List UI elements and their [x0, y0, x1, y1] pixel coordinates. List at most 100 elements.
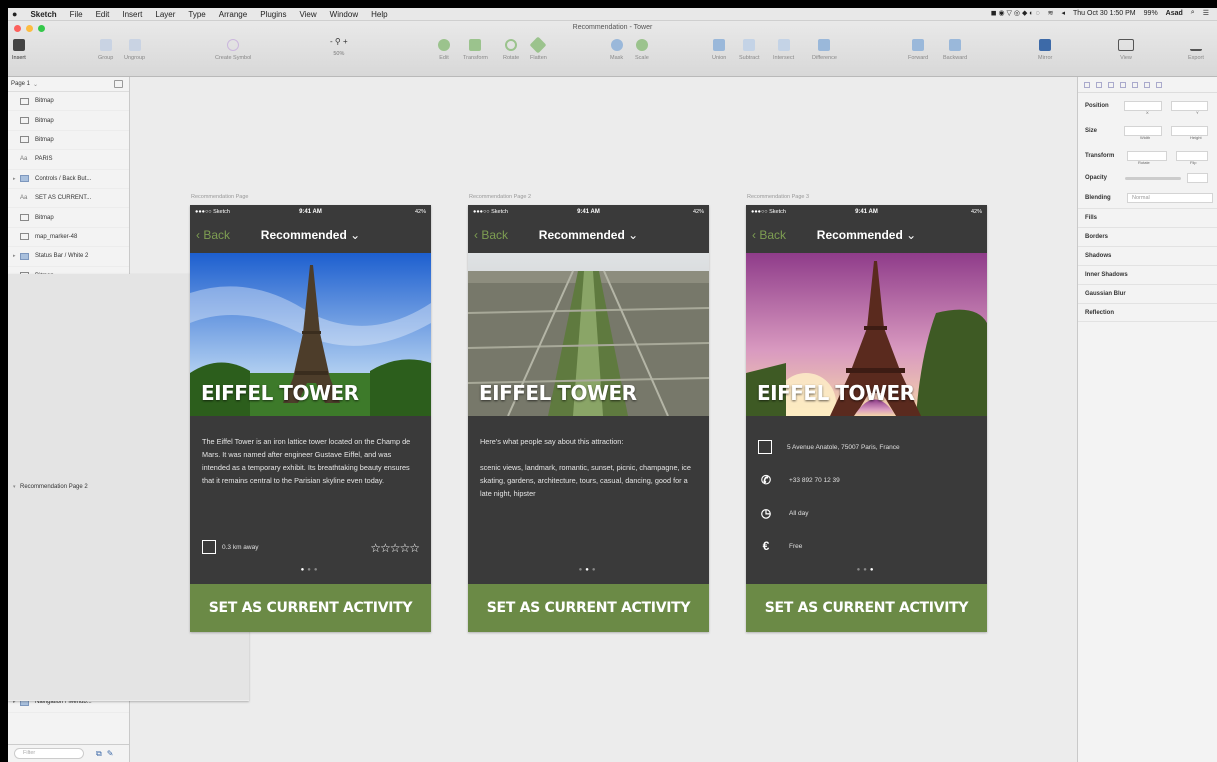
- artboard-label[interactable]: Recommendation Page: [191, 194, 248, 200]
- align-bottom-icon[interactable]: [1144, 81, 1150, 88]
- layer-row[interactable]: Bitmap: [8, 131, 129, 151]
- filter-input[interactable]: Filter: [14, 748, 84, 759]
- nav-title[interactable]: Recommended ⌄: [746, 228, 987, 242]
- disclosure-triangle-icon[interactable]: ▾: [13, 484, 20, 490]
- set-current-activity-button[interactable]: SET AS CURRENT ACTIVITY: [190, 584, 431, 632]
- union-button[interactable]: Union: [712, 39, 726, 61]
- fills-section[interactable]: Fills: [1078, 208, 1217, 227]
- address-text[interactable]: 5 Avenue Anatole, 75007 Paris, France: [787, 444, 900, 451]
- page-dot[interactable]: ●: [592, 567, 599, 573]
- artboard-recommendation-page-2[interactable]: ●●●○○ Sketch 9:41 AM 42% ‹ Back Recommende…: [468, 205, 709, 632]
- wifi-icon[interactable]: ≋: [1048, 9, 1054, 17]
- menu-window[interactable]: Window: [330, 10, 358, 19]
- page-dot[interactable]: ●: [307, 567, 314, 573]
- menu-layer[interactable]: Layer: [155, 10, 175, 19]
- nav-title[interactable]: Recommended ⌄: [190, 228, 431, 242]
- page-dot[interactable]: ●: [863, 567, 870, 573]
- opacity-field[interactable]: [1187, 173, 1209, 183]
- borders-section[interactable]: Borders: [1078, 227, 1217, 246]
- layer-row[interactable]: Bitmap: [8, 208, 129, 228]
- forward-button[interactable]: Forward: [908, 39, 928, 61]
- nav-title[interactable]: Recommended ⌄: [468, 228, 709, 242]
- backward-button[interactable]: Backward: [943, 39, 967, 61]
- edit-button[interactable]: Edit: [438, 39, 450, 61]
- reflection-section[interactable]: Reflection: [1078, 303, 1217, 322]
- menu-app-sketch[interactable]: Sketch: [30, 10, 56, 19]
- intersect-button[interactable]: Intersect: [773, 39, 794, 61]
- distribute-icon[interactable]: [1156, 81, 1162, 88]
- set-current-activity-button[interactable]: SET AS CURRENT ACTIVITY: [746, 584, 987, 632]
- status-icons[interactable]: ◼ ◉ ▽ ◎ ◆ ◐ ◌: [991, 9, 1040, 17]
- rotate-field[interactable]: [1127, 150, 1167, 161]
- layer-row[interactable]: Aa SET AS CURRENT...: [8, 189, 129, 209]
- page-dot[interactable]: ●: [585, 567, 592, 573]
- insert-button[interactable]: Insert: [12, 39, 26, 61]
- blending-select[interactable]: Normal: [1127, 193, 1213, 203]
- set-current-activity-button[interactable]: SET AS CURRENT ACTIVITY: [468, 584, 709, 632]
- disclosure-triangle-icon[interactable]: ▸: [13, 176, 20, 182]
- gaussian-blur-section[interactable]: Gaussian Blur: [1078, 284, 1217, 303]
- add-page-icon[interactable]: [114, 80, 123, 88]
- menu-file[interactable]: File: [70, 10, 83, 19]
- edit-layer-icon[interactable]: ✎: [107, 749, 114, 758]
- create-symbol-icon[interactable]: ⧉: [96, 749, 102, 759]
- apple-menu-icon[interactable]: ●: [12, 9, 17, 19]
- align-top-icon[interactable]: [1120, 81, 1126, 88]
- clock[interactable]: Thu Oct 30 1:50 PM: [1073, 10, 1136, 17]
- menu-edit[interactable]: Edit: [96, 10, 110, 19]
- height-field[interactable]: [1170, 125, 1208, 136]
- zoom-out-button[interactable]: -: [330, 37, 333, 46]
- artboard-label[interactable]: Recommendation Page 3: [747, 194, 809, 200]
- menu-arrange[interactable]: Arrange: [219, 10, 247, 19]
- zoom-control[interactable]: - ⚲ +50%: [330, 37, 348, 57]
- create-symbol-button[interactable]: Create Symbol: [215, 39, 251, 61]
- battery-status[interactable]: 99%: [1144, 10, 1158, 17]
- export-button[interactable]: Export: [1188, 39, 1204, 61]
- user-name[interactable]: Asad: [1166, 10, 1183, 17]
- difference-button[interactable]: Difference: [812, 39, 837, 61]
- artboard-recommendation-page-3[interactable]: ●●●○○ Sketch 9:41 AM 42% ‹ Back Recommende…: [746, 205, 987, 632]
- align-center-icon[interactable]: [1096, 81, 1102, 88]
- phone-text[interactable]: +33 892 70 12 39: [789, 477, 840, 484]
- notification-center-icon[interactable]: ☰: [1203, 9, 1209, 17]
- rotate-button[interactable]: Rotate: [503, 39, 519, 61]
- volume-icon[interactable]: ◂: [1061, 9, 1065, 17]
- zoom-in-button[interactable]: +: [343, 37, 348, 46]
- align-left-icon[interactable]: [1084, 81, 1090, 88]
- page-dot[interactable]: ●: [314, 567, 321, 573]
- scale-button[interactable]: Scale: [635, 39, 649, 61]
- opacity-slider[interactable]: [1124, 176, 1182, 180]
- flip-buttons[interactable]: [1176, 150, 1208, 161]
- align-right-icon[interactable]: [1108, 81, 1114, 88]
- menu-help[interactable]: Help: [371, 10, 387, 19]
- menu-insert[interactable]: Insert: [122, 10, 142, 19]
- shadows-section[interactable]: Shadows: [1078, 246, 1217, 265]
- artboard-label[interactable]: Recommendation Page 2: [469, 194, 531, 200]
- layer-row[interactable]: Bitmap: [8, 92, 129, 112]
- layer-row[interactable]: ▸ Controls / Back But...: [8, 170, 129, 189]
- width-field[interactable]: [1124, 125, 1162, 136]
- y-field[interactable]: [1170, 100, 1208, 111]
- menu-type[interactable]: Type: [188, 10, 205, 19]
- flatten-button[interactable]: Flatten: [529, 36, 547, 61]
- transform-button[interactable]: Transform: [463, 39, 488, 61]
- disclosure-triangle-icon[interactable]: ▸: [13, 253, 20, 259]
- page-selector[interactable]: Page 1 ⌄: [8, 77, 129, 92]
- inner-shadows-section[interactable]: Inner Shadows: [1078, 265, 1217, 284]
- menu-view[interactable]: View: [299, 10, 316, 19]
- layer-row[interactable]: ▸ Status Bar / White 2: [8, 247, 129, 267]
- x-field[interactable]: [1124, 100, 1162, 111]
- menu-plugins[interactable]: Plugins: [260, 10, 286, 19]
- rating-stars[interactable]: ☆☆☆☆☆: [370, 541, 420, 555]
- group-button[interactable]: Group: [98, 39, 113, 61]
- align-middle-icon[interactable]: [1132, 81, 1138, 88]
- spotlight-icon[interactable]: ⌕: [1191, 9, 1195, 17]
- view-button[interactable]: View: [1118, 39, 1134, 61]
- layer-row[interactable]: map_marker-48: [8, 228, 129, 248]
- ungroup-button[interactable]: Ungroup: [124, 39, 145, 61]
- artboard-recommendation-page[interactable]: ●●●○○ Sketch 9:41 AM 42% ‹ Back Recommende…: [190, 205, 431, 632]
- mask-button[interactable]: Mask: [610, 39, 623, 61]
- layer-row[interactable]: Bitmap: [8, 111, 129, 131]
- page-dot[interactable]: ●: [870, 567, 877, 573]
- mirror-button[interactable]: Mirror: [1038, 39, 1052, 61]
